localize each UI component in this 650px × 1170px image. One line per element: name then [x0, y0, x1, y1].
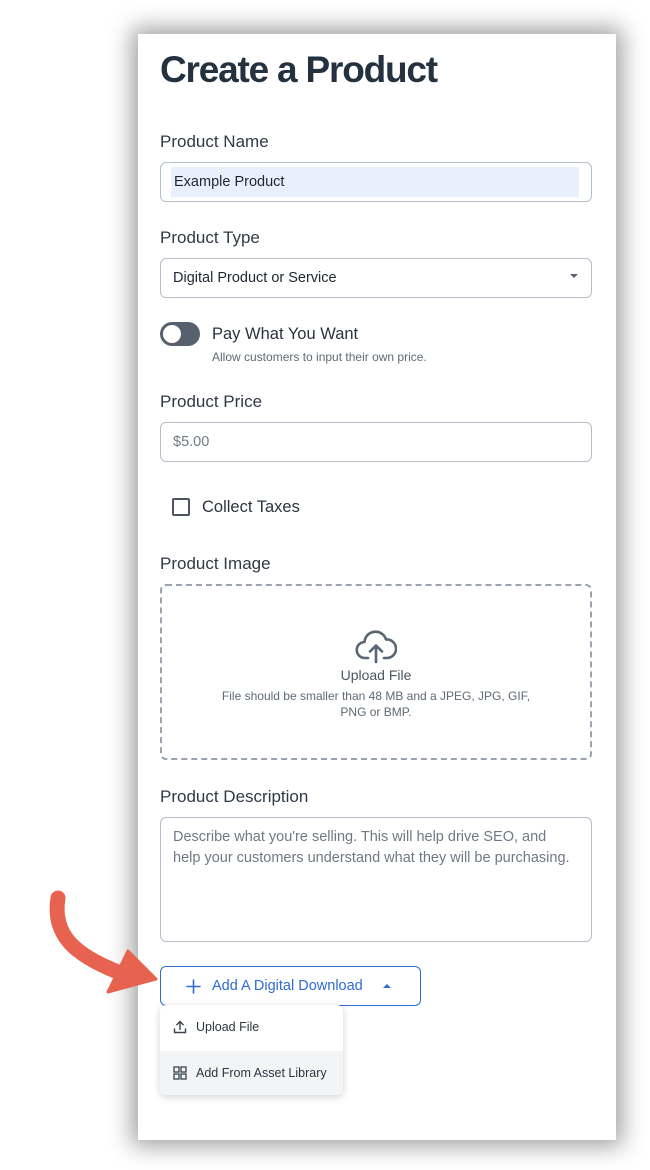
annotation-arrow-icon — [49, 890, 158, 994]
